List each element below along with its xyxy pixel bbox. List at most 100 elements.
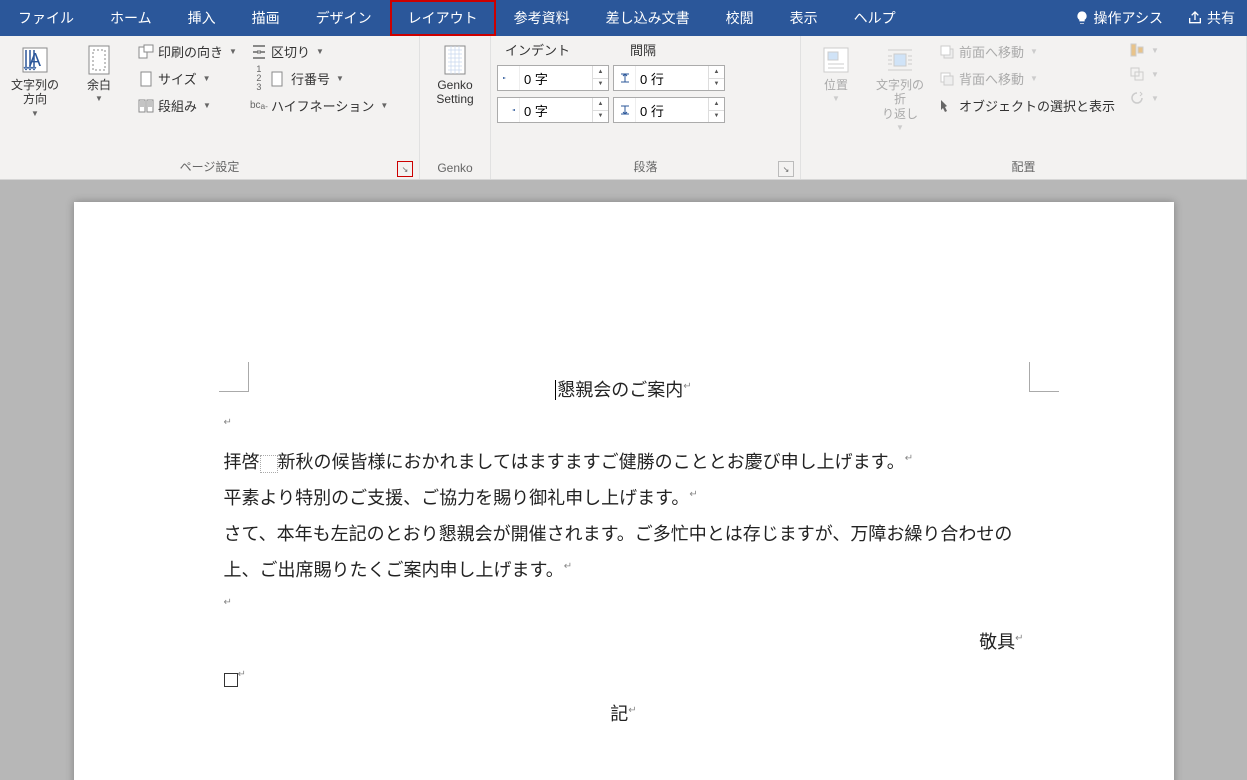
group-paragraph: インデント 間隔 ▲▼ ▲▼: [491, 36, 801, 179]
spacing-header: 間隔: [630, 40, 656, 59]
indent-left-input[interactable]: [520, 71, 592, 86]
caret-down-icon: ▼: [229, 47, 237, 56]
doc-title: 懇親会のご案内: [557, 380, 683, 400]
indent-left-spinner[interactable]: ▲▼: [497, 65, 609, 91]
indent-right-spinner[interactable]: ▲▼: [497, 97, 609, 123]
caret-down-icon: ▼: [1151, 70, 1159, 79]
line-numbers-icon: 123: [251, 71, 267, 87]
page[interactable]: 懇親会のご案内↵ ↵ 拝啓新秋の候皆様におかれましてはますますご健勝のこととお慶…: [74, 202, 1174, 780]
genko-label: Genko Setting: [436, 78, 473, 107]
ribbon-tab-bar: ファイル ホーム 挿入 描画 デザイン レイアウト 参考資料 差し込み文書 校閲…: [0, 0, 1247, 36]
columns-button[interactable]: 段組み ▼: [134, 94, 241, 117]
doc-p2: 平素より特別のご支援、ご協力を賜り御礼申し上げます。: [224, 488, 690, 508]
group-page-setup: A 文字列の 方向 ▼ 余白 ▼ 印刷の向き ▼ サイズ ▼: [0, 36, 420, 179]
spin-down[interactable]: ▼: [709, 111, 724, 123]
size-button[interactable]: サイズ ▼: [134, 67, 241, 90]
wrap-text-button[interactable]: 文字列の折 り返し ▼: [871, 40, 929, 136]
hyphenation-icon: bca-: [251, 98, 267, 114]
position-label: 位置: [824, 78, 848, 92]
caret-down-icon: ▼: [203, 74, 211, 83]
text-direction-button[interactable]: A 文字列の 方向 ▼: [6, 40, 64, 122]
spin-down[interactable]: ▼: [593, 111, 608, 123]
spin-up[interactable]: ▲: [593, 98, 608, 111]
align-button[interactable]: ▼: [1125, 40, 1163, 60]
paragraph-mark: ↵: [905, 453, 913, 464]
columns-label: 段組み: [158, 96, 197, 115]
margins-button[interactable]: 余白 ▼: [70, 40, 128, 107]
genko-setting-button[interactable]: Genko Setting: [426, 40, 484, 111]
share-button[interactable]: 共有: [1175, 0, 1247, 36]
tab-mailings[interactable]: 差し込み文書: [588, 0, 708, 36]
caret-down-icon: ▼: [832, 94, 840, 103]
page-setup-dialog-launcher[interactable]: ↘: [397, 161, 413, 177]
margins-label: 余白: [87, 78, 111, 92]
tab-references[interactable]: 参考資料: [496, 0, 588, 36]
send-backward-button[interactable]: 背面へ移動 ▼: [935, 67, 1119, 90]
breaks-label: 区切り: [271, 42, 310, 61]
spacing-after-input[interactable]: [636, 103, 708, 118]
selection-pane-label: オブジェクトの選択と表示: [959, 96, 1115, 115]
spacing-before-input[interactable]: [636, 71, 708, 86]
paragraph-mark: ↵: [628, 705, 636, 716]
doc-closing: 敬具: [979, 632, 1015, 652]
caret-down-icon: ▼: [203, 101, 211, 110]
spin-down[interactable]: ▼: [709, 79, 724, 91]
tab-view[interactable]: 表示: [772, 0, 836, 36]
tab-design[interactable]: デザイン: [298, 0, 390, 36]
genko-group-label: Genko: [437, 161, 472, 175]
paragraph-mark: ↵: [683, 381, 691, 392]
position-button[interactable]: 位置 ▼: [807, 40, 865, 107]
paragraph-mark: ↵: [224, 417, 232, 428]
share-label: 共有: [1207, 8, 1235, 28]
spin-up[interactable]: ▲: [709, 98, 724, 111]
tab-layout[interactable]: レイアウト: [390, 0, 496, 36]
indent-right-input[interactable]: [520, 103, 592, 118]
tab-file[interactable]: ファイル: [0, 0, 92, 36]
hyphenation-button[interactable]: bca- ハイフネーション ▼: [247, 94, 392, 117]
spacing-after-spinner[interactable]: ▲▼: [613, 97, 725, 123]
paragraph-mark: ↵: [689, 489, 697, 500]
document-area[interactable]: 懇親会のご案内↵ ↵ 拝啓新秋の候皆様におかれましてはますますご健勝のこととお慶…: [0, 180, 1247, 780]
lightbulb-icon: [1074, 10, 1090, 26]
hyphenation-label: ハイフネーション: [271, 96, 374, 115]
caret-down-icon: ▼: [95, 94, 103, 103]
doc-p3: さて、本年も左記のとおり懇親会が開催されます。ご多忙中とは存じますが、万障お繰り…: [224, 524, 1013, 580]
paragraph-mark: ↵: [224, 597, 232, 608]
group-arrange: 位置 ▼ 文字列の折 り返し ▼ 前面へ移動 ▼ 背面へ移動 ▼: [801, 36, 1247, 179]
spacing-after-icon: [614, 98, 636, 122]
checkbox-mark: [224, 673, 238, 687]
tab-home[interactable]: ホーム: [92, 0, 170, 36]
tab-review[interactable]: 校閲: [708, 0, 772, 36]
tab-help[interactable]: ヘルプ: [836, 0, 914, 36]
arrange-group-label: 配置: [1011, 160, 1035, 174]
caret-down-icon: ▼: [31, 109, 39, 118]
tell-me[interactable]: 操作アシス: [1062, 0, 1175, 36]
selection-pane-button[interactable]: オブジェクトの選択と表示: [935, 94, 1119, 117]
paragraph-dialog-launcher[interactable]: ↘: [778, 161, 794, 177]
size-label: サイズ: [158, 69, 197, 88]
line-numbers-button[interactable]: 123 行番号 ▼: [247, 67, 392, 90]
bring-forward-button[interactable]: 前面へ移動 ▼: [935, 40, 1119, 63]
doc-p1a: 拝啓: [224, 452, 260, 472]
group-button[interactable]: ▼: [1125, 64, 1163, 84]
caret-down-icon: ▼: [1030, 47, 1038, 56]
caret-down-icon: ▼: [1151, 94, 1159, 103]
svg-text:A: A: [29, 50, 41, 70]
spin-up[interactable]: ▲: [709, 66, 724, 79]
rotate-button[interactable]: ▼: [1125, 88, 1163, 108]
spacing-before-spinner[interactable]: ▲▼: [613, 65, 725, 91]
tab-insert[interactable]: 挿入: [170, 0, 234, 36]
spin-down[interactable]: ▼: [593, 79, 608, 91]
line-numbers-label: 行番号: [291, 69, 330, 88]
caret-down-icon: ▼: [1030, 74, 1038, 83]
orientation-button[interactable]: 印刷の向き ▼: [134, 40, 241, 63]
breaks-button[interactable]: 区切り ▼: [247, 40, 392, 63]
caret-down-icon: ▼: [1151, 46, 1159, 55]
caret-down-icon: ▼: [336, 74, 344, 83]
spin-up[interactable]: ▲: [593, 66, 608, 79]
page-setup-group-label: ページ設定: [180, 160, 240, 174]
indent-header: インデント: [505, 40, 570, 59]
tab-draw[interactable]: 描画: [234, 0, 298, 36]
ideographic-space: [260, 455, 278, 473]
share-icon: [1187, 10, 1203, 26]
